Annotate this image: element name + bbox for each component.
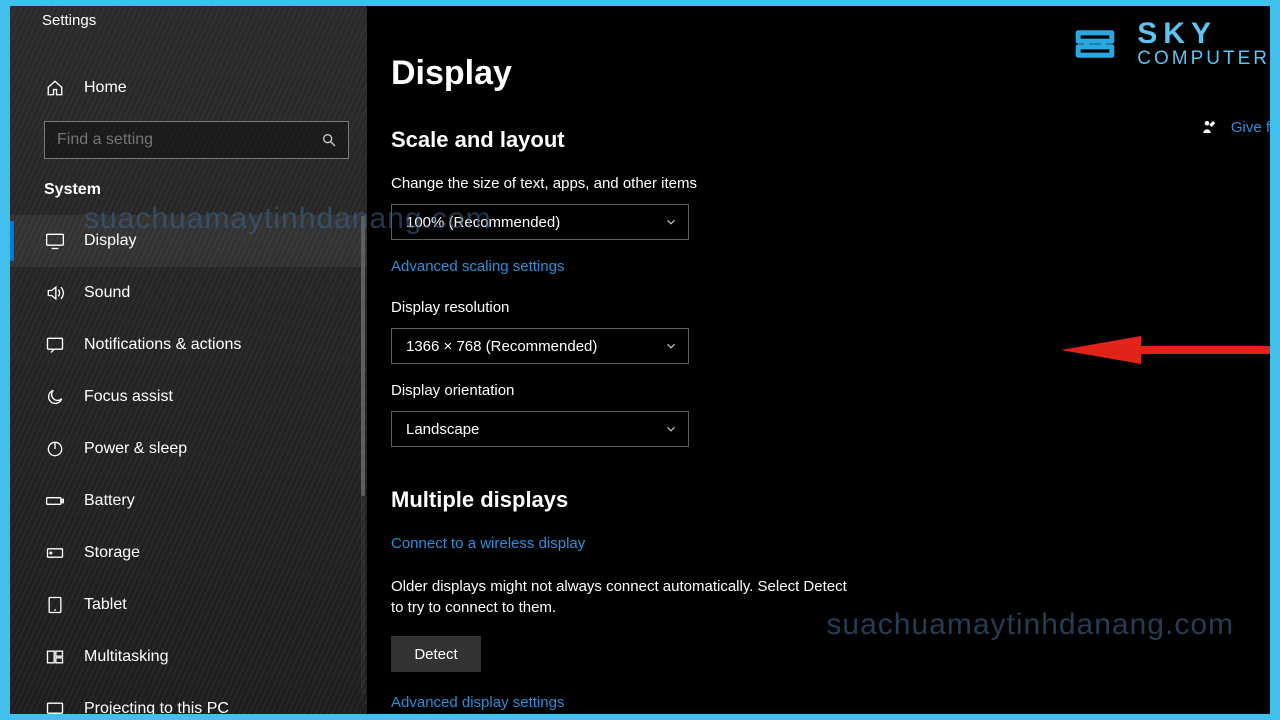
chevron-down-icon xyxy=(664,422,678,436)
connect-wireless-link[interactable]: Connect to a wireless display xyxy=(391,535,585,552)
settings-window: Settings Home System xyxy=(10,6,1270,714)
home-button[interactable]: Home xyxy=(10,65,367,111)
brand-logo-line2: COMPUTER xyxy=(1137,49,1270,70)
sidebar-item-label: Battery xyxy=(84,492,135,510)
moon-icon xyxy=(44,386,66,408)
tablet-icon xyxy=(44,594,66,616)
multitask-icon xyxy=(44,646,66,668)
sidebar-item-sound[interactable]: Sound xyxy=(10,267,367,319)
detect-description: Older displays might not always connect … xyxy=(391,576,861,618)
detect-button[interactable]: Detect xyxy=(391,636,481,672)
feedback-label: Give f xyxy=(1231,119,1270,136)
sidebar-item-storage[interactable]: Storage xyxy=(10,527,367,579)
sidebar-item-label: Storage xyxy=(84,544,140,562)
resolution-value: 1366 × 768 (Recommended) xyxy=(406,338,597,355)
scale-label: Change the size of text, apps, and other… xyxy=(391,175,1270,192)
message-icon xyxy=(44,334,66,356)
sidebar-item-focus-assist[interactable]: Focus assist xyxy=(10,371,367,423)
monitor-icon xyxy=(44,230,66,252)
sidebar-item-label: Multitasking xyxy=(84,648,168,666)
scale-dropdown[interactable]: 100% (Recommended) xyxy=(391,204,689,240)
section-scale-layout: Scale and layout xyxy=(391,127,1270,153)
sidebar-item-display[interactable]: Display xyxy=(10,215,367,267)
scale-value: 100% (Recommended) xyxy=(406,214,560,231)
sidebar-item-label: Display xyxy=(84,232,136,250)
home-icon xyxy=(44,77,66,99)
orientation-value: Landscape xyxy=(406,421,479,438)
home-label: Home xyxy=(84,79,127,97)
section-multiple-displays: Multiple displays xyxy=(391,487,1270,513)
give-feedback-link[interactable]: Give f xyxy=(1201,118,1270,136)
watermark: suachuamaytinhdanang.com xyxy=(826,608,1234,642)
search-input[interactable] xyxy=(44,121,349,159)
resolution-label: Display resolution xyxy=(391,299,1270,316)
sidebar-item-label: Projecting to this PC xyxy=(84,700,229,714)
sidebar-item-label: Notifications & actions xyxy=(84,336,241,354)
sidebar-item-notifications[interactable]: Notifications & actions xyxy=(10,319,367,371)
chevron-down-icon xyxy=(664,339,678,353)
battery-icon xyxy=(44,490,66,512)
orientation-dropdown[interactable]: Landscape xyxy=(391,411,689,447)
main-panel: SKY COMPUTER Give f Display Scale and la… xyxy=(367,6,1270,714)
sidebar-item-power-sleep[interactable]: Power & sleep xyxy=(10,423,367,475)
sidebar-item-battery[interactable]: Battery xyxy=(10,475,367,527)
sidebar-section-label: System xyxy=(10,159,367,209)
storage-icon xyxy=(44,542,66,564)
sidebar-scrollbar[interactable] xyxy=(361,216,365,694)
chevron-down-icon xyxy=(664,215,678,229)
sidebar-item-label: Power & sleep xyxy=(84,440,187,458)
brand-logo-line1: SKY xyxy=(1137,19,1270,49)
sidebar-item-tablet[interactable]: Tablet xyxy=(10,579,367,631)
sidebar-item-label: Tablet xyxy=(84,596,127,614)
sidebar: Settings Home System xyxy=(10,6,367,714)
speaker-icon xyxy=(44,282,66,304)
sidebar-item-label: Sound xyxy=(84,284,130,302)
feedback-icon xyxy=(1201,118,1219,136)
search-wrap xyxy=(44,121,349,159)
brand-logo: SKY COMPUTER xyxy=(1067,16,1270,72)
search-icon xyxy=(321,132,337,148)
sidebar-item-label: Focus assist xyxy=(84,388,173,406)
annotation-arrow-icon xyxy=(1061,336,1270,364)
orientation-label: Display orientation xyxy=(391,382,1270,399)
sidebar-item-projecting[interactable]: Projecting to this PC xyxy=(10,683,367,714)
advanced-scaling-link[interactable]: Advanced scaling settings xyxy=(391,258,564,275)
power-icon xyxy=(44,438,66,460)
brand-logo-icon xyxy=(1067,16,1123,72)
advanced-display-link[interactable]: Advanced display settings xyxy=(391,694,564,711)
sidebar-item-multitasking[interactable]: Multitasking xyxy=(10,631,367,683)
window-title: Settings xyxy=(10,6,367,35)
project-icon xyxy=(44,698,66,714)
sidebar-nav: Display Sound Notifications & actions xyxy=(10,215,367,714)
sidebar-scrollbar-thumb[interactable] xyxy=(361,216,365,496)
resolution-dropdown[interactable]: 1366 × 768 (Recommended) xyxy=(391,328,689,364)
